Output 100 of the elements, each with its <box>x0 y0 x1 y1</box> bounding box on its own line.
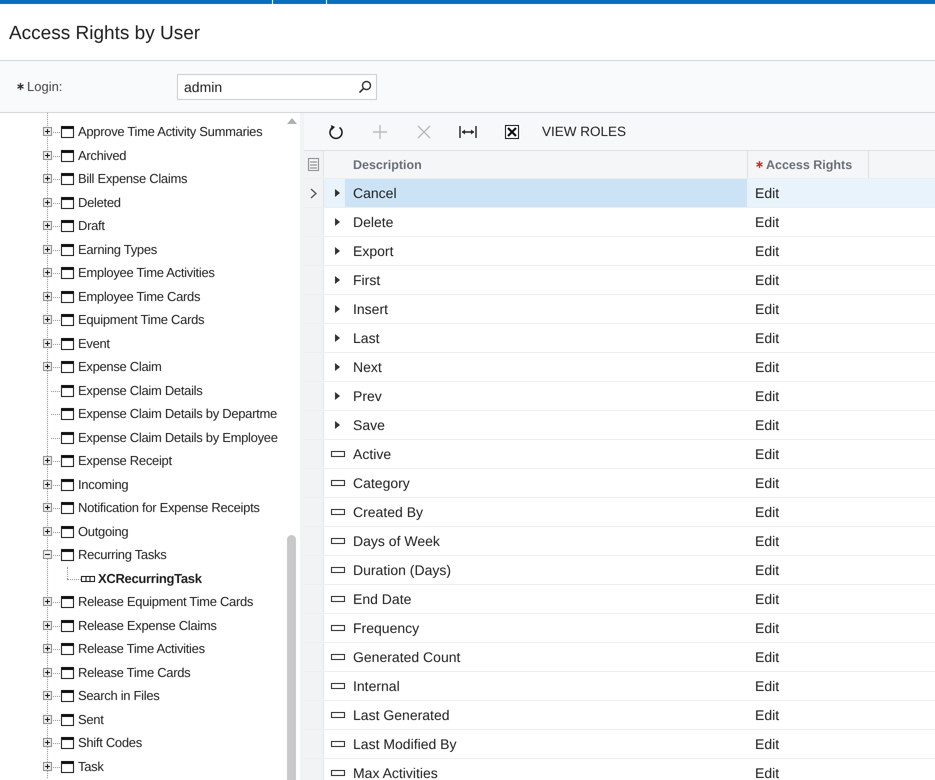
table-cell-text: Edit <box>754 532 780 551</box>
tree-item[interactable]: Expense Claim Details by Employee <box>78 430 278 445</box>
scrollbar-thumb[interactable] <box>287 535 296 780</box>
tree-item[interactable]: Approve Time Activity Summaries <box>78 124 262 140</box>
table-cell-text: Max Activities <box>352 764 439 780</box>
login-field[interactable]: admin <box>177 74 377 100</box>
expand-icon[interactable] <box>43 150 52 160</box>
tree-item[interactable]: Notification for Expense Receipts <box>78 500 260 516</box>
grid-row[interactable]: Internal Edit <box>304 672 935 701</box>
expand-arrow-icon[interactable] <box>335 421 340 429</box>
tree-item[interactable]: Expense Claim Details <box>78 382 202 398</box>
window-icon <box>61 196 74 208</box>
expand-icon[interactable] <box>43 714 52 724</box>
expand-arrow-icon[interactable] <box>335 392 340 400</box>
expand-icon[interactable] <box>43 691 52 700</box>
column-header[interactable]: Access Rights <box>766 158 852 172</box>
expand-icon[interactable] <box>43 338 52 348</box>
collapse-icon[interactable] <box>43 550 52 559</box>
tree-item[interactable]: Expense Claim Details by Departme <box>78 406 277 422</box>
expand-icon[interactable] <box>43 620 52 630</box>
grid-row[interactable]: Active Edit <box>304 440 935 469</box>
expand-icon[interactable] <box>43 362 52 371</box>
tree-item[interactable]: Shift Codes <box>78 735 142 750</box>
tree-item[interactable]: Release Expense Claims <box>78 618 217 633</box>
expand-icon[interactable] <box>43 738 52 747</box>
tree-item[interactable]: Draft <box>78 218 105 234</box>
tree-item[interactable]: Employee Time Activities <box>78 265 215 280</box>
expand-icon[interactable] <box>43 221 52 230</box>
tree-item[interactable]: Recurring Tasks <box>78 547 166 562</box>
expand-icon[interactable] <box>43 315 52 324</box>
tree-item[interactable]: Expense Receipt <box>78 453 172 468</box>
expand-icon[interactable] <box>43 456 52 465</box>
window-icon <box>61 737 74 749</box>
window-icon <box>61 267 74 279</box>
grid-row[interactable]: End Date Edit <box>304 585 935 614</box>
grid-row[interactable]: First Edit <box>304 266 935 295</box>
table-cell: Cancel <box>345 179 747 207</box>
expand-arrow-icon[interactable] <box>335 305 340 313</box>
tree-item[interactable]: Task <box>78 758 104 774</box>
tree-item[interactable]: Release Equipment Time Cards <box>78 594 254 610</box>
grid-row[interactable]: Duration (Days) Edit <box>304 556 935 585</box>
tree-item[interactable]: Archived <box>78 148 126 163</box>
grid-row[interactable]: Cancel Edit <box>304 179 935 208</box>
tree-item[interactable]: Outgoing <box>78 524 128 539</box>
table-cell-text: Edit <box>754 387 780 406</box>
tree-item[interactable]: Deleted <box>78 194 121 210</box>
field-icon <box>331 712 345 718</box>
grid-row[interactable]: Next Edit <box>304 353 935 382</box>
expand-arrow-icon[interactable] <box>335 276 340 284</box>
window-icon <box>61 173 74 185</box>
grid-row[interactable]: Max Activities Edit <box>304 759 935 780</box>
tree-item[interactable]: Bill Expense Claims <box>78 171 188 186</box>
grid-row[interactable]: Save Edit <box>304 411 935 440</box>
expand-icon[interactable] <box>43 480 52 488</box>
grid-row[interactable]: Last Generated Edit <box>304 701 935 730</box>
grid-row[interactable]: Created By Edit <box>304 498 935 527</box>
grid-row[interactable]: Last Edit <box>304 324 935 353</box>
expand-icon[interactable] <box>43 503 52 512</box>
expand-icon[interactable] <box>43 244 52 254</box>
expand-icon[interactable] <box>43 268 52 277</box>
grid-row[interactable]: Category Edit <box>304 469 935 498</box>
tree-item[interactable]: Release Time Activities <box>78 641 205 656</box>
tree-item[interactable]: Earning Types <box>78 242 157 257</box>
table-cell-text: Edit <box>754 184 780 203</box>
column-header[interactable]: Description <box>353 158 422 172</box>
expand-arrow-icon[interactable] <box>335 218 340 226</box>
expand-icon[interactable] <box>43 198 52 206</box>
tree-item[interactable]: Equipment Time Cards <box>78 312 204 328</box>
tree-item[interactable]: XCRecurringTask <box>98 570 202 586</box>
tree-item[interactable]: Incoming <box>78 476 128 492</box>
grid-row[interactable]: Prev Edit <box>304 382 935 411</box>
view-roles-button[interactable]: VIEW ROLES <box>534 116 634 146</box>
expand-icon[interactable] <box>43 526 52 536</box>
expand-icon[interactable] <box>43 292 52 300</box>
grid-row[interactable]: Last Modified By Edit <box>304 730 935 759</box>
tree-item[interactable]: Sent <box>78 712 104 727</box>
expand-icon[interactable] <box>43 597 52 606</box>
expand-arrow-icon[interactable] <box>335 334 340 342</box>
table-cell-text: Active <box>352 445 392 464</box>
expand-arrow-icon[interactable] <box>335 189 340 197</box>
grid-row[interactable]: Frequency Edit <box>304 614 935 643</box>
tree-item[interactable]: Expense Claim <box>78 359 162 374</box>
expand-icon[interactable] <box>43 644 52 653</box>
expand-icon[interactable] <box>43 174 52 183</box>
grid-row[interactable]: Days of Week Edit <box>304 527 935 556</box>
window-icon <box>61 432 74 444</box>
tree-item[interactable]: Release Time Cards <box>78 664 190 680</box>
grid-row[interactable]: Delete Edit <box>304 208 935 237</box>
expand-arrow-icon[interactable] <box>335 363 340 371</box>
grid-row[interactable]: Generated Count Edit <box>304 643 935 672</box>
grid-row[interactable]: Export Edit <box>304 237 935 266</box>
tree-item[interactable]: Event <box>78 336 110 351</box>
expand-icon[interactable] <box>43 762 52 770</box>
grid-row[interactable]: Insert Edit <box>304 295 935 324</box>
row-selector[interactable] <box>304 179 324 207</box>
tree-item[interactable]: Search in Files <box>78 688 160 704</box>
expand-icon[interactable] <box>43 127 52 136</box>
expand-arrow-icon[interactable] <box>335 247 340 255</box>
tree-item[interactable]: Employee Time Cards <box>78 288 200 304</box>
expand-icon[interactable] <box>43 668 52 676</box>
